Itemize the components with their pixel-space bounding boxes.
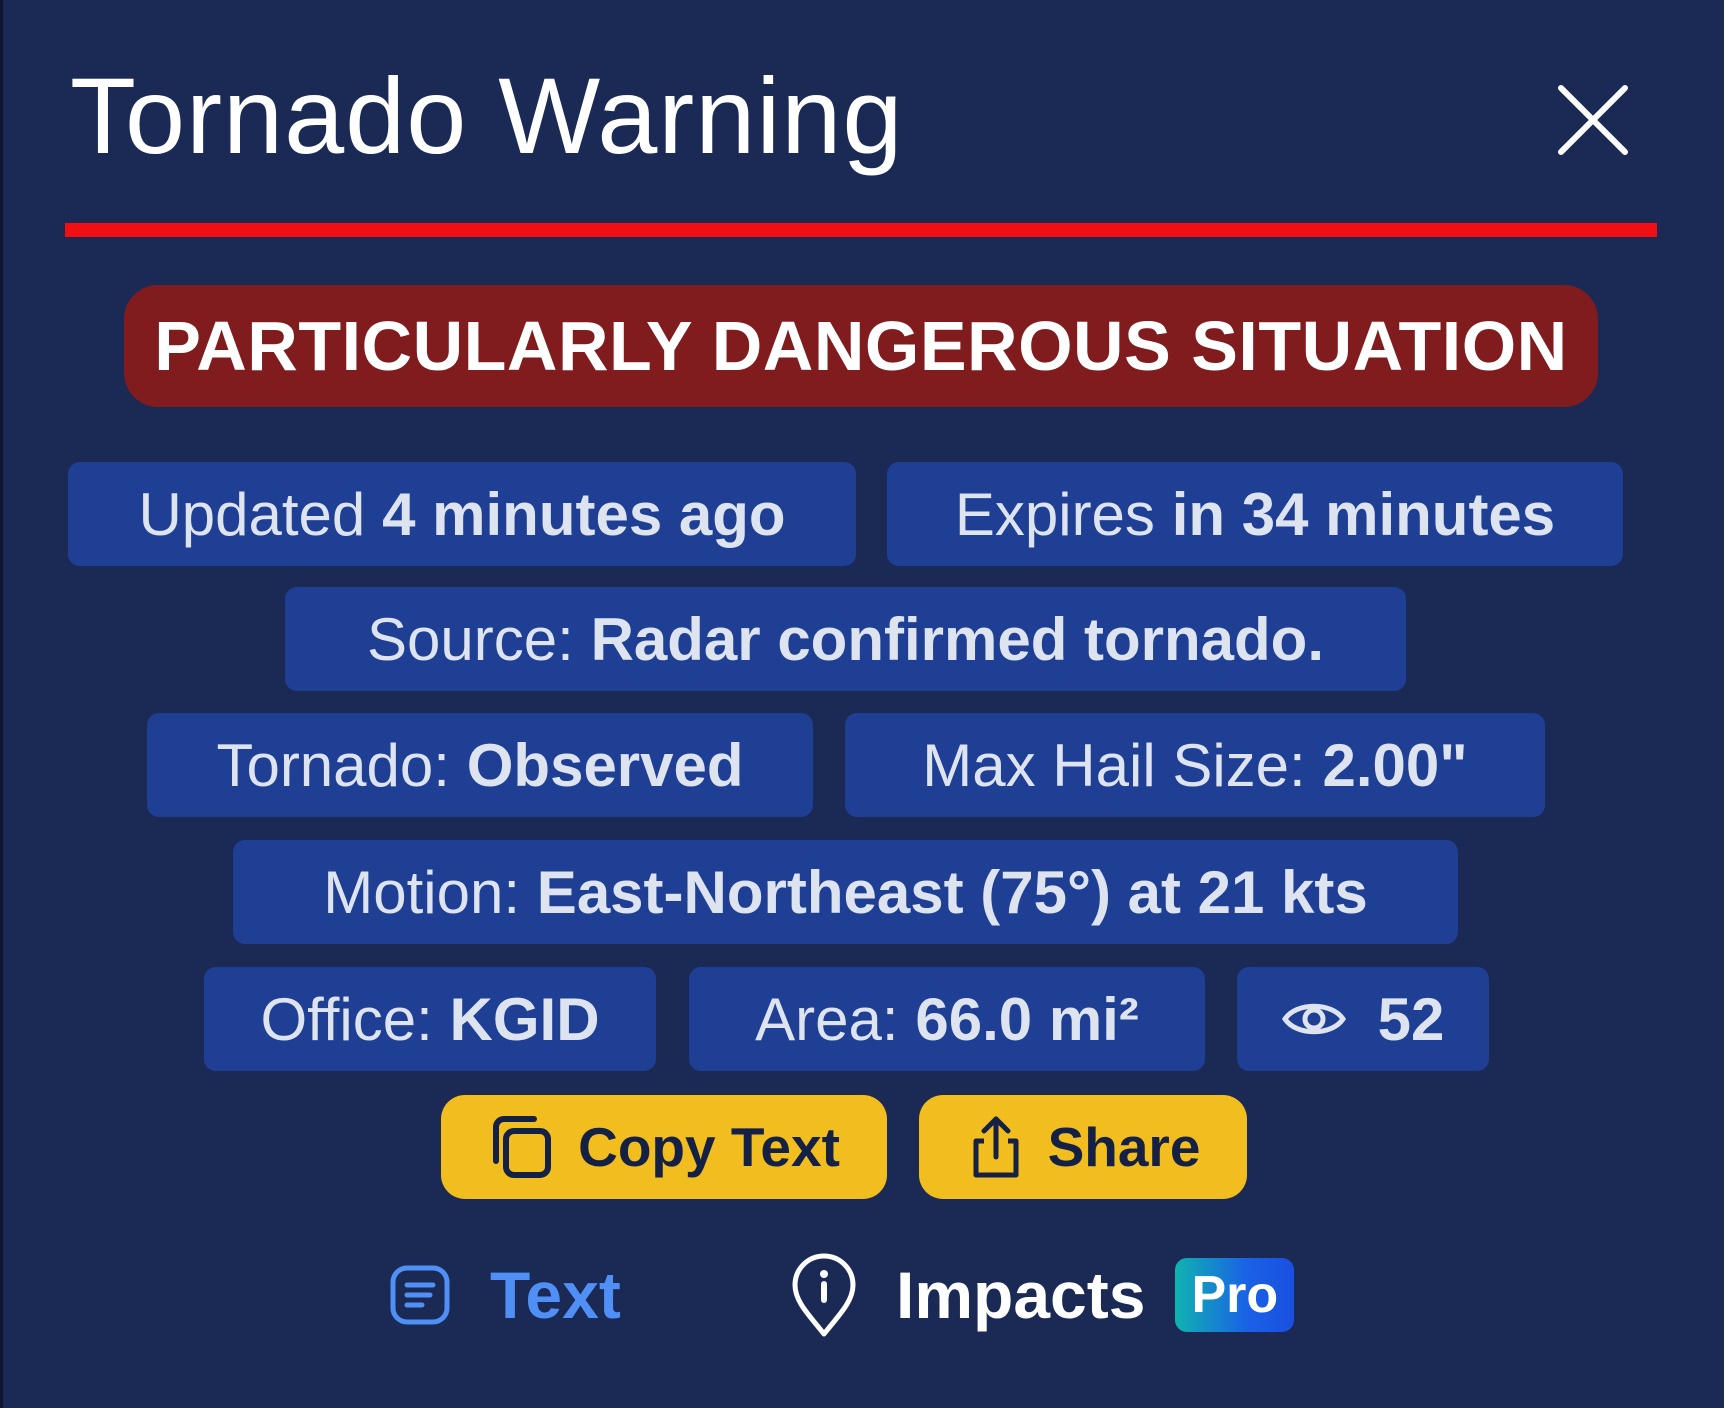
tab-text[interactable]: Text <box>388 1245 621 1345</box>
share-button[interactable]: Share <box>919 1095 1247 1199</box>
area-chip: Area: 66.0 mi² <box>689 967 1205 1071</box>
panel-edge <box>0 0 3 1408</box>
copy-text-label: Copy Text <box>578 1116 840 1178</box>
source-label: Source: <box>367 605 574 673</box>
document-icon <box>390 1265 450 1325</box>
expires-label: Expires <box>954 480 1155 548</box>
close-button[interactable] <box>1555 82 1631 158</box>
views-count: 52 <box>1377 985 1445 1053</box>
office-chip: Office: KGID <box>204 967 656 1071</box>
area-value: 66.0 mi² <box>915 985 1139 1053</box>
warning-divider <box>65 223 1657 237</box>
tornado-warning-panel: Tornado Warning PARTICULARLY DANGEROUS S… <box>0 0 1724 1408</box>
copy-text-button[interactable]: Copy Text <box>441 1095 887 1199</box>
tornado-value: Observed <box>466 731 744 799</box>
tornado-status-chip: Tornado: Observed <box>147 713 813 817</box>
tab-impacts[interactable]: Impacts Pro <box>790 1245 1295 1345</box>
motion-value: East-Northeast (75°) at 21 kts <box>536 858 1368 926</box>
tab-impacts-label: Impacts <box>896 1258 1146 1332</box>
page-title: Tornado Warning <box>70 55 904 176</box>
info-pin-icon <box>792 1253 856 1337</box>
eye-icon <box>1281 1003 1346 1035</box>
hail-label: Max Hail Size: <box>922 731 1306 799</box>
views-chip: 52 <box>1237 967 1489 1071</box>
expires-chip: Expires in 34 minutes <box>887 462 1623 566</box>
office-value: KGID <box>449 985 600 1053</box>
area-label: Area: <box>755 985 899 1053</box>
motion-chip: Motion: East-Northeast (75°) at 21 kts <box>233 840 1458 944</box>
updated-chip: Updated 4 minutes ago <box>68 462 856 566</box>
share-icon <box>973 1116 1019 1178</box>
copy-icon <box>493 1116 552 1178</box>
updated-label: Updated <box>138 480 366 548</box>
pds-banner: PARTICULARLY DANGEROUS SITUATION <box>124 285 1598 407</box>
motion-label: Motion: <box>323 858 520 926</box>
pro-badge: Pro <box>1175 1258 1295 1332</box>
updated-value: 4 minutes ago <box>382 480 786 548</box>
share-label: Share <box>1047 1116 1201 1178</box>
hail-value: 2.00" <box>1322 731 1468 799</box>
office-label: Office: <box>260 985 433 1053</box>
close-icon <box>1558 85 1628 155</box>
hail-size-chip: Max Hail Size: 2.00" <box>845 713 1545 817</box>
source-value: Radar confirmed tornado. <box>590 605 1324 673</box>
tornado-label: Tornado: <box>216 731 450 799</box>
expires-value: in 34 minutes <box>1171 480 1556 548</box>
tab-text-label: Text <box>490 1258 621 1332</box>
source-chip: Source: Radar confirmed tornado. <box>285 587 1406 691</box>
